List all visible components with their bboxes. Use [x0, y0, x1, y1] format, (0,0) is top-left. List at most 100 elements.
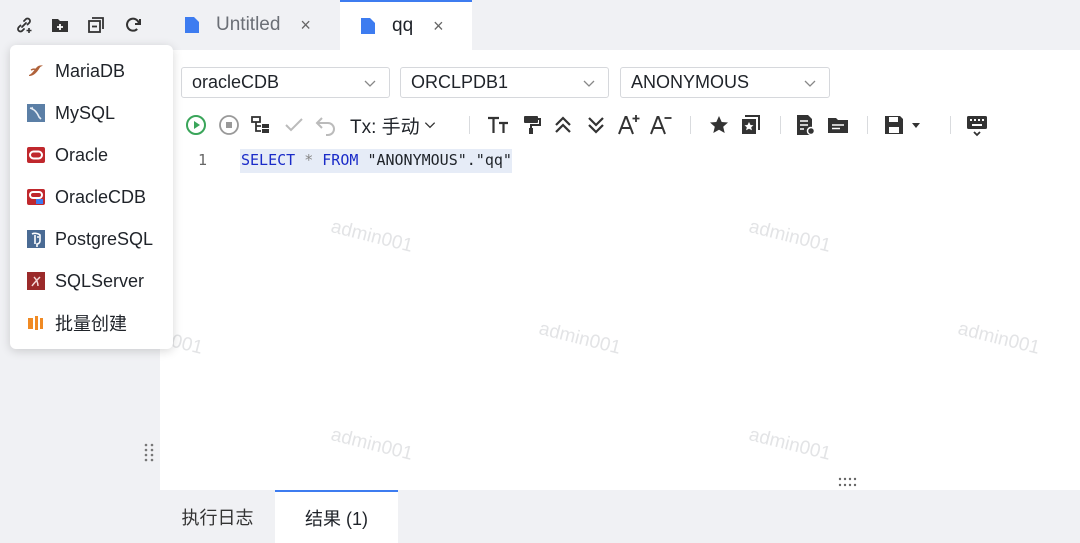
collapse-all-button[interactable]: [84, 13, 108, 37]
result-tabbar: 执行日志 结果 (1): [160, 490, 1080, 543]
keyboard-shortcuts-button[interactable]: [965, 112, 989, 138]
menu-item-oracle[interactable]: Oracle: [10, 135, 173, 175]
save-as-file-button[interactable]: [794, 112, 818, 138]
new-folder-button[interactable]: [48, 13, 72, 37]
code-line[interactable]: SELECT * FROM "ANONYMOUS"."qq": [240, 149, 512, 173]
stop-button[interactable]: [217, 112, 241, 138]
rollback-button[interactable]: [314, 112, 338, 138]
explain-plan-icon: [251, 116, 269, 133]
chevron-down-icon: [364, 80, 376, 87]
panel-resize-handle[interactable]: [837, 476, 859, 488]
menu-item-mysql[interactable]: MySQL: [10, 93, 173, 133]
paint-brush-icon: [524, 116, 541, 134]
tab-close-button[interactable]: ×: [300, 15, 311, 36]
play-icon: [186, 115, 206, 135]
check-icon: [285, 118, 303, 132]
chevron-down-icon: [424, 122, 435, 129]
toolbar-separator: [950, 116, 951, 134]
menu-item-sqlserver[interactable]: SQLServer: [10, 261, 173, 301]
tab-untitled[interactable]: Untitled ×: [180, 0, 340, 50]
line-number: 1: [198, 151, 208, 169]
postgresql-icon: [26, 229, 46, 249]
collapse-code-button[interactable]: [551, 112, 575, 138]
tab-execution-log[interactable]: 执行日志: [160, 490, 275, 543]
stop-icon: [219, 115, 239, 135]
menu-item-label: MySQL: [55, 102, 116, 123]
increase-font-button[interactable]: [617, 112, 641, 138]
double-chevron-up-icon: [555, 116, 571, 133]
keyboard-icon: [967, 116, 987, 137]
sidebar-toolbar: [0, 0, 160, 50]
chevron-down-icon: [583, 80, 595, 87]
database-select[interactable]: ORCLPDB1: [400, 67, 609, 98]
star-icon: [710, 116, 728, 133]
file-icon: [185, 17, 199, 33]
format-painter-button[interactable]: [519, 112, 543, 138]
editor-toolbar: Tx: 手动: [180, 110, 1060, 140]
mariadb-icon: [26, 61, 46, 81]
watermark: admin001: [328, 216, 415, 257]
sidebar-resize-handle[interactable]: [143, 442, 155, 464]
open-file-button[interactable]: [826, 112, 850, 138]
file-icon: [361, 18, 375, 34]
datasource-select[interactable]: oracleCDB: [181, 67, 390, 98]
menu-item-mariadb[interactable]: MariaDB: [10, 51, 173, 91]
link-add-icon: [17, 17, 32, 33]
sql-identifier: "ANONYMOUS"."qq": [367, 151, 512, 169]
menu-item-label: MariaDB: [55, 60, 126, 81]
watermark: admin001: [746, 216, 833, 257]
star-list-icon: [742, 115, 760, 134]
file-settings-icon: [797, 115, 816, 136]
save-dropdown-button[interactable]: [882, 112, 922, 138]
menu-item-oraclecdb[interactable]: OracleCDB: [10, 177, 173, 217]
text-format-icon: [488, 116, 508, 133]
editor-tabbar: Untitled × qq ×: [160, 0, 1080, 50]
format-sql-button[interactable]: [486, 112, 510, 138]
run-button[interactable]: [184, 112, 208, 138]
explain-plan-button[interactable]: [249, 112, 273, 138]
tab-results[interactable]: 结果 (1): [275, 490, 398, 543]
folder-add-icon: [52, 19, 68, 32]
tx-mode-label: Tx: 手动: [350, 116, 420, 138]
menu-item-postgresql[interactable]: PostgreSQL: [10, 219, 173, 259]
sql-editor-panel: admin001 admin001 admin001 admin001 admi…: [160, 50, 1080, 490]
caret-down-icon: [912, 123, 920, 128]
menu-item-label: OracleCDB: [55, 186, 147, 207]
refresh-button[interactable]: [121, 13, 145, 37]
menu-item-label: Oracle: [55, 144, 109, 165]
folder-icon: [828, 118, 848, 133]
watermark: admin001: [746, 424, 833, 465]
font-decrease-icon: [650, 116, 672, 135]
favorite-button[interactable]: [707, 112, 731, 138]
datasource-value: oracleCDB: [192, 72, 280, 92]
menu-item-label: PostgreSQL: [55, 228, 154, 249]
sql-operator: *: [304, 151, 314, 169]
toolbar-separator: [780, 116, 781, 134]
favorites-list-button[interactable]: [739, 112, 763, 138]
oraclecdb-icon: [26, 187, 46, 207]
transaction-mode-dropdown[interactable]: Tx: 手动: [350, 112, 437, 138]
watermark: admin001: [328, 424, 415, 465]
menu-item-label: SQLServer: [55, 270, 145, 291]
refresh-icon: [126, 17, 141, 32]
commit-button[interactable]: [282, 112, 306, 138]
toolbar-separator: [867, 116, 868, 134]
schema-value: ANONYMOUS: [631, 72, 750, 92]
tab-label: Untitled: [216, 14, 281, 35]
watermark: admin001: [955, 318, 1042, 359]
expand-code-button[interactable]: [584, 112, 608, 138]
toolbar-separator: [469, 116, 470, 134]
tab-qq[interactable]: qq ×: [340, 0, 472, 50]
mysql-icon: [26, 103, 46, 123]
decrease-font-button[interactable]: [649, 112, 673, 138]
menu-item-batch-create[interactable]: 批量创建: [10, 303, 173, 343]
schema-select[interactable]: ANONYMOUS: [620, 67, 830, 98]
double-chevron-down-icon: [588, 117, 604, 134]
undo-icon: [315, 117, 335, 136]
tab-label: qq: [392, 15, 414, 36]
tab-close-button[interactable]: ×: [433, 16, 444, 37]
sqlserver-icon: [26, 271, 46, 291]
save-icon: [885, 116, 903, 134]
link-connection-button[interactable]: [12, 13, 36, 37]
batch-create-icon: [26, 313, 46, 333]
